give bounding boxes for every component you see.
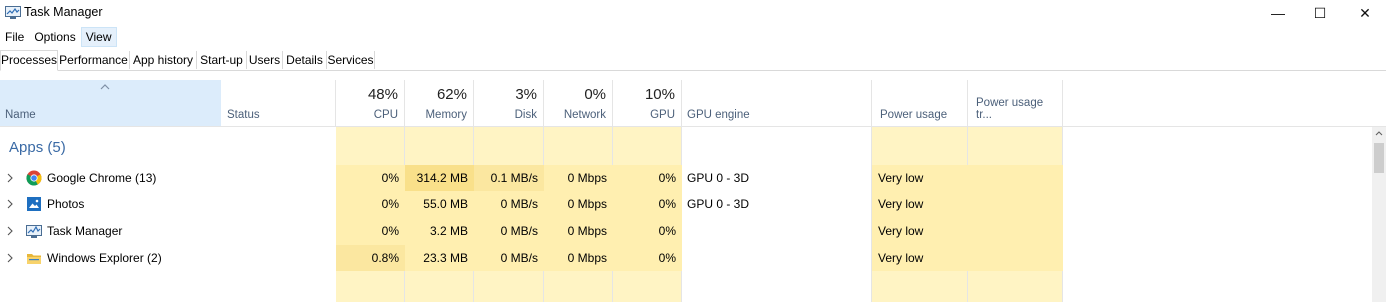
tab-bar: Processes Performance App history Start-… (0, 50, 1386, 71)
column-power-usage[interactable]: Power usage (872, 80, 968, 126)
scroll-up-icon[interactable] (1375, 131, 1383, 136)
process-name: Task Manager (47, 224, 123, 238)
gpu-value: 0% (658, 171, 676, 185)
column-gpu-engine-label: GPU engine (687, 109, 750, 121)
tab-performance[interactable]: Performance (58, 51, 130, 69)
menu-options[interactable]: Options (29, 27, 80, 47)
memory-value: 23.3 MB (423, 251, 468, 265)
power-usage-value: Very low (878, 171, 924, 185)
cpu-value: 0% (381, 197, 399, 211)
column-status[interactable]: Status (221, 80, 336, 126)
expand-chevron-icon[interactable] (6, 253, 14, 263)
disk-value: 0.1 MB/s (490, 171, 538, 185)
column-disk[interactable]: 3% Disk (474, 80, 544, 126)
process-row-windows-explorer[interactable]: Windows Explorer (2) 0.8% 23.3 MB 0 MB/s… (0, 245, 1372, 271)
gpu-engine-value: GPU 0 - 3D (687, 171, 750, 185)
expand-chevron-icon[interactable] (6, 173, 14, 183)
network-value: 0 Mbps (567, 251, 607, 265)
maximize-icon: ☐ (1313, 4, 1327, 21)
column-power-usage-trend[interactable]: Power usage tr... (968, 80, 1063, 126)
column-name[interactable]: Name (0, 80, 221, 126)
column-gpu[interactable]: 10% GPU (613, 80, 682, 126)
close-icon: ✕ (1359, 4, 1371, 21)
tab-app-history[interactable]: App history (130, 51, 197, 69)
process-row-photos[interactable]: Photos 0% 55.0 MB 0 MB/s 0 Mbps 0% GPU 0… (0, 191, 1372, 217)
expand-chevron-icon[interactable] (6, 199, 14, 209)
tab-processes[interactable]: Processes (0, 50, 58, 71)
column-network[interactable]: 0% Network (544, 80, 613, 126)
sort-up-icon (100, 84, 110, 90)
gpu-value: 0% (658, 197, 676, 211)
memory-total-percent: 62% (436, 86, 467, 103)
scrollbar-thumb[interactable] (1374, 143, 1384, 173)
disk-value: 0 MB/s (500, 251, 538, 265)
network-value: 0 Mbps (567, 171, 607, 185)
column-gpu-engine[interactable]: GPU engine (682, 80, 872, 126)
power-usage-value: Very low (878, 224, 924, 238)
tab-details[interactable]: Details (283, 51, 327, 69)
gpu-total-percent: 10% (644, 86, 675, 103)
column-memory[interactable]: 62% Memory (405, 80, 474, 126)
column-memory-label: Memory (425, 109, 467, 121)
chrome-icon (26, 170, 42, 186)
column-gpu-label: GPU (650, 109, 675, 121)
cpu-value: 0% (381, 224, 399, 238)
photos-icon (27, 197, 41, 211)
maximize-button[interactable]: ☐ (1297, 0, 1343, 26)
column-power-usage-label: Power usage (880, 109, 948, 121)
tab-users[interactable]: Users (247, 51, 283, 69)
process-name: Photos (47, 197, 85, 211)
power-usage-value: Very low (878, 251, 924, 265)
task-manager-app-icon (5, 6, 21, 19)
disk-value: 0 MB/s (500, 224, 538, 238)
menu-bar: File Options View (0, 27, 117, 47)
tab-start-up[interactable]: Start-up (197, 51, 247, 69)
window-title: Task Manager (24, 5, 103, 19)
column-power-usage-trend-label: Power usage tr... (976, 97, 1044, 121)
apps-group-title[interactable]: Apps (5) (9, 139, 66, 156)
gpu-value: 0% (658, 224, 676, 238)
folder-icon (27, 254, 41, 264)
disk-total-percent: 3% (515, 86, 537, 103)
process-name: Google Chrome (13) (47, 171, 157, 185)
process-name: Windows Explorer (2) (47, 251, 162, 265)
cpu-value: 0% (381, 171, 399, 185)
column-name-label: Name (5, 109, 36, 121)
vertical-scrollbar[interactable] (1372, 127, 1386, 302)
tab-services[interactable]: Services (327, 51, 375, 69)
minimize-button[interactable]: — (1255, 0, 1301, 26)
title-bar: Task Manager — ☐ ✕ (0, 0, 1386, 26)
power-usage-value: Very low (878, 197, 924, 211)
menu-view[interactable]: View (80, 27, 117, 47)
network-total-percent: 0% (584, 86, 606, 103)
memory-value: 3.2 MB (429, 224, 468, 238)
column-disk-label: Disk (514, 109, 537, 121)
minimize-icon: — (1271, 5, 1285, 21)
column-status-label: Status (227, 109, 260, 121)
memory-value: 314.2 MB (416, 171, 468, 185)
process-row-chrome[interactable]: Google Chrome (13) 0% 314.2 MB 0.1 MB/s … (0, 165, 1372, 191)
gpu-value: 0% (658, 251, 676, 265)
process-row-task-manager[interactable]: Task Manager 0% 3.2 MB 0 MB/s 0 Mbps 0% … (0, 218, 1372, 244)
cpu-total-percent: 48% (367, 86, 398, 103)
column-network-label: Network (563, 109, 606, 121)
menu-file[interactable]: File (0, 27, 29, 47)
memory-value: 55.0 MB (423, 197, 468, 211)
network-value: 0 Mbps (567, 197, 607, 211)
task-manager-icon (26, 225, 42, 238)
expand-chevron-icon[interactable] (6, 226, 14, 236)
column-cpu-label: CPU (373, 109, 398, 121)
column-cpu[interactable]: 48% CPU (336, 80, 405, 126)
disk-value: 0 MB/s (500, 197, 538, 211)
column-header: Name Status 48% CPU 62% Memory 3% Disk 0… (0, 80, 1386, 127)
close-button[interactable]: ✕ (1342, 0, 1386, 26)
cpu-value: 0.8% (371, 251, 399, 265)
gpu-engine-value: GPU 0 - 3D (687, 197, 750, 211)
network-value: 0 Mbps (567, 224, 607, 238)
